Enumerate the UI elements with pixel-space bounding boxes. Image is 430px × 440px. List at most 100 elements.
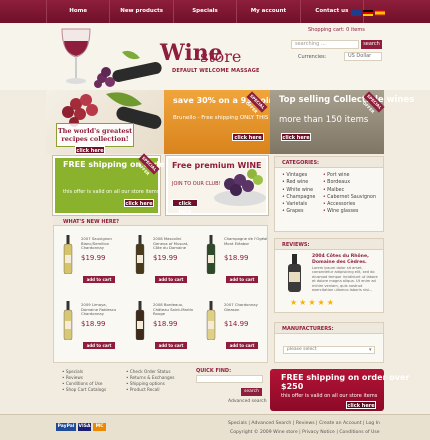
quick-find-title: QUICK FIND: — [196, 368, 232, 374]
product-name[interactable]: 2009 Limaya, Domaine Roblescu Chardonnay — [81, 302, 125, 317]
german-flag-icon[interactable] — [363, 10, 373, 16]
product-name[interactable]: Champagne de l'Ogéal Mont Eléabor — [224, 236, 268, 246]
mastercard-icon: MC — [93, 423, 106, 431]
add-to-cart-button[interactable]: add to cart — [226, 342, 258, 349]
nav-home[interactable]: Home — [46, 0, 111, 23]
product-price: $18.99 — [153, 320, 178, 328]
category-link[interactable]: Accessories — [323, 201, 376, 208]
footer-links-col1: Specials Reviews Conditions of Use Shop … — [62, 369, 106, 393]
top-selling-click-here-button[interactable]: click here — [281, 133, 311, 141]
star-icon: ★ — [317, 298, 325, 307]
currency-select[interactable]: US Dollar — [344, 52, 382, 61]
quick-find-search-button[interactable]: search — [241, 388, 262, 396]
add-to-cart-button[interactable]: add to cart — [155, 342, 187, 349]
wine-bottle-icon — [63, 301, 73, 340]
paypal-icon: PayPal — [56, 423, 76, 431]
advanced-search-link[interactable]: Advanced search — [228, 399, 267, 404]
product-card[interactable]: 2007 Sauvignon Blanc/Semillon Chardonnay… — [55, 229, 126, 295]
add-to-cart-button[interactable]: add to cart — [155, 276, 187, 283]
category-link[interactable]: Port wine — [323, 172, 376, 179]
footer-free-shipping-title: FREE shipping on order over $250 — [281, 373, 410, 391]
nav-my-account[interactable]: My account — [237, 0, 301, 23]
product-name[interactable]: 2007 Sauvignon Blanc/Semillon Chardonnay — [81, 236, 125, 251]
category-link[interactable]: Bordeaux — [323, 179, 376, 186]
review-text: Lorem ipsum dolor sit amet, consectetur … — [312, 266, 378, 292]
category-link[interactable]: Varietals — [282, 201, 319, 208]
premium-wine-click-here-button[interactable]: click here — [172, 199, 198, 215]
grapes-bottle-image — [94, 50, 162, 88]
product-card[interactable]: Champagne de l'Ogéal Mont Eléabor $18.99 a… — [198, 229, 269, 295]
categories-panel: CATEGORIES: Vintages Port wine Red wine … — [274, 156, 384, 232]
star-icon: ★ — [299, 298, 307, 307]
free-shipping-click-here-button[interactable]: click here — [124, 199, 154, 207]
spanish-flag-icon[interactable] — [375, 10, 385, 16]
category-link[interactable]: White wine — [282, 187, 319, 194]
save-click-here-button[interactable]: click here — [232, 133, 264, 141]
shopping-cart-info[interactable]: Shopping cart: 0 items — [308, 27, 365, 33]
wine-bottle-icon — [63, 235, 73, 274]
wine-bottle-icon — [206, 301, 216, 340]
logo-word-store[interactable]: store — [200, 47, 241, 66]
nav-specials[interactable]: Specials — [174, 0, 238, 23]
wine-bottle-icon — [206, 235, 216, 274]
search-input[interactable]: searching ... — [291, 40, 359, 49]
currencies-label: Currencies: — [298, 54, 327, 60]
categories-title: CATEGORIES: — [275, 157, 383, 168]
recipes-click-here-button[interactable]: click here — [75, 146, 105, 154]
product-price: $18.99 — [224, 254, 249, 262]
manufacturers-panel: MANUFACTURERS: — [274, 322, 384, 363]
wine-glass-icon — [61, 28, 91, 84]
star-icon: ★ — [308, 298, 316, 307]
product-card[interactable]: 2008 Bordeaux, Château Saint-Martin Roug… — [127, 295, 198, 361]
category-link[interactable]: Wine glasses — [323, 208, 376, 215]
footer-link[interactable]: Shop Cart Catalogs — [62, 387, 106, 393]
category-link[interactable]: Red wine — [282, 179, 319, 186]
review-wine-bottle-image — [288, 254, 301, 292]
add-to-cart-button[interactable]: add to cart — [83, 342, 115, 349]
manufacturers-title: MANUFACTURERS: — [275, 323, 383, 334]
product-card[interactable]: 2008 Mascolini Geneva of Muscat, Côte du… — [127, 229, 198, 295]
category-link[interactable]: Cabernet Sauvignon — [323, 194, 376, 201]
product-name[interactable]: 2008 Mascolini Geneva of Muscat, Côte du… — [153, 236, 197, 251]
welcome-message: DEFAULT WELCOME MASSAGE — [172, 68, 260, 74]
bottom-links[interactable]: Specials | Advanced Search | Reviews | C… — [228, 421, 380, 426]
add-to-cart-button[interactable]: add to cart — [83, 276, 115, 283]
reviews-title: REVIEWS: — [275, 239, 383, 250]
review-headline[interactable]: 2004 Côtes du Rhône, Domaine des Cèdres. — [312, 254, 380, 265]
visa-icon: VISA — [78, 423, 91, 431]
nav-new-products[interactable]: New products — [110, 0, 174, 23]
product-name[interactable]: 2008 Bordeaux, Château Saint-Martin Roug… — [153, 302, 197, 317]
category-link[interactable]: Vintages — [282, 172, 319, 179]
footer-free-shipping-subtitle: this offer is valid on all our store ite… — [281, 393, 378, 399]
product-price: $19.99 — [81, 254, 106, 262]
add-to-cart-button[interactable]: add to cart — [226, 276, 258, 283]
top-selling-subtitle: more than 150 items — [279, 115, 369, 125]
footer-click-here-button[interactable]: click here — [346, 401, 376, 409]
quick-find-input[interactable] — [196, 375, 263, 383]
whats-new-title: WHAT'S NEW HERE? — [63, 219, 120, 225]
footer-link[interactable]: Product Recall — [126, 387, 174, 393]
language-flags — [351, 10, 385, 16]
category-link[interactable]: Grapes — [282, 208, 319, 215]
chevron-down-icon[interactable]: ▾ — [369, 347, 372, 353]
product-price: $18.99 — [81, 320, 106, 328]
product-card[interactable]: 2009 Limaya, Domaine Roblescu Chardonnay… — [55, 295, 126, 361]
category-link[interactable]: Champagne — [282, 194, 319, 201]
main-navigation: Home New products Specials My account Co… — [46, 0, 365, 23]
free-shipping-promo-subtitle: this offer is valid on all our store ite… — [63, 189, 160, 195]
search-button[interactable]: search — [361, 40, 382, 49]
star-icon: ★ — [326, 298, 334, 307]
grapes-plate-image — [214, 169, 266, 206]
wine-bottle-icon — [135, 301, 145, 340]
product-price: $14.99 — [224, 320, 249, 328]
copyright: Copyright © 2009 Wine store | Privacy No… — [230, 430, 380, 435]
uk-flag-icon[interactable] — [351, 10, 361, 16]
product-price: $19.99 — [153, 254, 178, 262]
top-selling-title: Top selling Collectible wines — [279, 95, 415, 105]
recipes-caption[interactable]: The world's greatest recipes collection! — [56, 123, 134, 147]
manufacturer-select[interactable]: please select — [283, 346, 375, 354]
product-card[interactable]: 2007 Chardonnay Gleason $14.99 add to cart — [198, 295, 269, 361]
category-link[interactable]: Malbec — [323, 187, 376, 194]
wine-bottle-icon — [135, 235, 145, 274]
product-name[interactable]: 2007 Chardonnay Gleason — [224, 302, 268, 312]
